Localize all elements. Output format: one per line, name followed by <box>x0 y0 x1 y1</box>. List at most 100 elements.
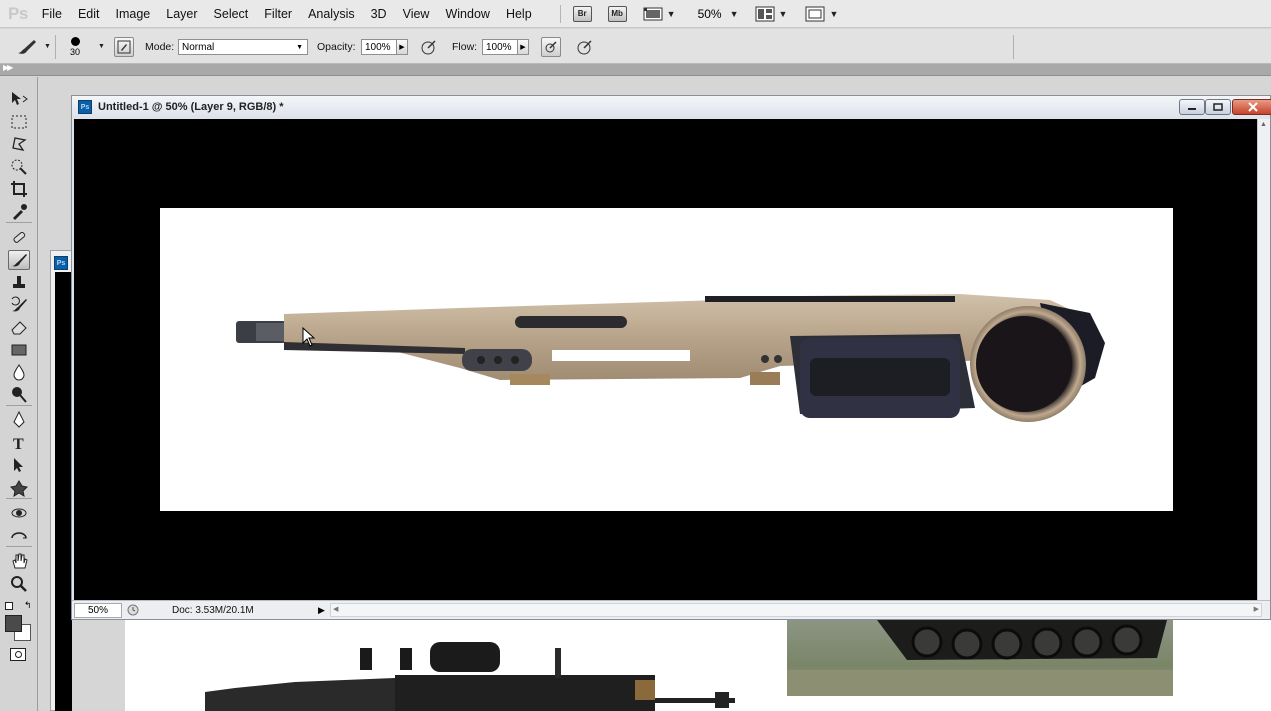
3d-rotate-tool[interactable] <box>8 503 30 523</box>
history-brush-tool[interactable] <box>8 295 30 315</box>
scroll-up-arrow-icon[interactable]: ▲ <box>1260 121 1267 128</box>
spot-healing-tool[interactable] <box>8 227 30 247</box>
path-selection-tool[interactable] <box>8 455 30 475</box>
brush-size-value: 30 <box>70 46 81 57</box>
mode-select[interactable]: Normal ▼ <box>178 29 308 64</box>
menu-view[interactable]: View <box>403 7 430 21</box>
menu-select[interactable]: Select <box>214 7 249 21</box>
restore-button[interactable] <box>1205 99 1231 115</box>
lasso-tool[interactable] <box>8 134 30 154</box>
horizontal-scrollbar[interactable]: ◀ ▶ <box>330 603 1262 617</box>
screen-mode-icon <box>805 6 825 21</box>
pen-tool[interactable] <box>8 410 30 430</box>
options-separator <box>55 29 56 64</box>
path-selection-icon <box>14 458 23 472</box>
scroll-left-arrow-icon[interactable]: ◀ <box>333 605 338 613</box>
default-colors-icon[interactable] <box>5 602 13 610</box>
status-options-icon[interactable] <box>126 603 140 617</box>
hand-tool[interactable] <box>8 551 30 571</box>
move-tool[interactable] <box>8 89 30 109</box>
extras-button[interactable]: ▼ <box>643 6 676 22</box>
eyedropper-tool[interactable] <box>8 202 30 222</box>
status-menu-arrow-icon[interactable]: ▶ <box>318 603 328 617</box>
menu-3d[interactable]: 3D <box>371 7 387 21</box>
brush-tool[interactable] <box>8 249 30 270</box>
screen-mode-button[interactable]: ▼ <box>805 6 838 22</box>
photoshop-doc-icon: Ps <box>78 100 92 114</box>
tools-panel: T ↰ <box>0 77 38 711</box>
airbrush-toggle-button[interactable] <box>541 29 561 64</box>
tablet-opacity-pressure-button[interactable] <box>420 29 438 64</box>
flow-label: Flow: <box>452 40 478 53</box>
close-button[interactable] <box>1232 99 1271 115</box>
menu-file[interactable]: File <box>42 7 62 21</box>
minimize-button[interactable] <box>1179 99 1205 115</box>
menu-filter[interactable]: Filter <box>264 7 292 21</box>
dodge-tool[interactable] <box>8 385 30 405</box>
menu-layer[interactable]: Layer <box>166 7 197 21</box>
brush-icon <box>12 253 27 266</box>
mode-value-text: Normal <box>182 41 215 53</box>
restore-icon <box>1213 103 1223 111</box>
status-zoom-input[interactable]: 50% <box>74 602 122 618</box>
eyedropper-icon <box>13 203 27 220</box>
hand-icon <box>12 553 28 569</box>
clone-stamp-tool[interactable] <box>8 272 30 292</box>
document-pasteboard[interactable] <box>74 119 1257 600</box>
menu-edit[interactable]: Edit <box>78 7 100 21</box>
flow-slider-toggle[interactable]: ▶ <box>518 38 529 55</box>
blur-tool[interactable] <box>8 362 30 382</box>
vertical-scrollbar[interactable]: ▲ <box>1257 119 1270 600</box>
menu-window[interactable]: Window <box>445 7 489 21</box>
photoshop-doc-icon: Ps <box>54 256 68 270</box>
marquee-tool[interactable] <box>8 112 30 132</box>
zoom-level-select[interactable]: 50% <box>698 7 722 21</box>
foreground-color-swatch[interactable] <box>5 615 22 632</box>
opacity-input[interactable]: 100% <box>361 38 397 55</box>
gradient-icon <box>11 344 27 355</box>
swap-colors-icon[interactable]: ↰ <box>24 600 32 611</box>
mode-select-value: Normal ▼ <box>178 38 308 55</box>
document-status-bar: 50% Doc: 3.53M/20.1M ▶ ◀ ▶ <box>72 600 1270 619</box>
tool-separator <box>6 405 32 406</box>
menu-analysis[interactable]: Analysis <box>308 7 355 21</box>
brush-preset-picker[interactable]: 30 <box>70 29 80 64</box>
collapse-panel-icon[interactable]: ▶▶ <box>3 63 13 72</box>
gradient-tool[interactable] <box>8 340 30 360</box>
document-window: Ps Untitled-1 @ 50% (Layer 9, RGB/8) * ▲… <box>71 95 1271 620</box>
toggle-brush-panel-button[interactable] <box>114 29 134 64</box>
tool-preset-picker[interactable]: ▼ <box>14 29 51 64</box>
type-tool[interactable]: T <box>8 433 30 453</box>
spot-healing-icon <box>13 231 26 243</box>
tablet-size-pressure-button[interactable] <box>576 29 594 64</box>
mini-bridge-button[interactable]: Mb <box>607 5 627 22</box>
minimize-icon <box>1188 108 1196 110</box>
menu-separator <box>559 4 561 23</box>
tank-photo <box>787 620 1173 696</box>
opacity-slider-toggle[interactable]: ▶ <box>397 38 408 55</box>
document-size-info: Doc: 3.53M/20.1M <box>172 604 254 616</box>
crop-tool[interactable] <box>8 179 30 199</box>
bridge-button[interactable]: Br <box>572 5 592 22</box>
quick-mask-button[interactable] <box>10 648 26 661</box>
shape-tool[interactable] <box>8 478 30 498</box>
brush-panel-icon <box>114 36 134 57</box>
scroll-right-arrow-icon[interactable]: ▶ <box>1254 605 1259 613</box>
chevron-down-icon: ▼ <box>778 8 788 19</box>
quick-selection-tool[interactable] <box>8 157 30 177</box>
arrange-documents-button[interactable]: ▼ <box>755 6 788 22</box>
film-icon <box>643 7 663 20</box>
rifle-artwork <box>236 294 1105 422</box>
menu-image[interactable]: Image <box>116 7 151 21</box>
eraser-tool[interactable] <box>8 317 30 337</box>
document-title-bar[interactable]: Ps Untitled-1 @ 50% (Layer 9, RGB/8) * <box>72 96 1271 118</box>
tank-tracks-image <box>787 620 1173 696</box>
flow-input[interactable]: 100% <box>482 38 518 55</box>
3d-orbit-tool[interactable] <box>8 526 30 546</box>
quick-selection-icon <box>11 159 27 175</box>
image-canvas[interactable] <box>160 208 1173 511</box>
menu-bar: Ps File Edit Image Layer Select Filter A… <box>0 0 1271 28</box>
menu-help[interactable]: Help <box>506 7 532 21</box>
brush-picker-dropdown[interactable]: ▼ <box>94 29 105 64</box>
zoom-tool[interactable] <box>8 574 30 594</box>
